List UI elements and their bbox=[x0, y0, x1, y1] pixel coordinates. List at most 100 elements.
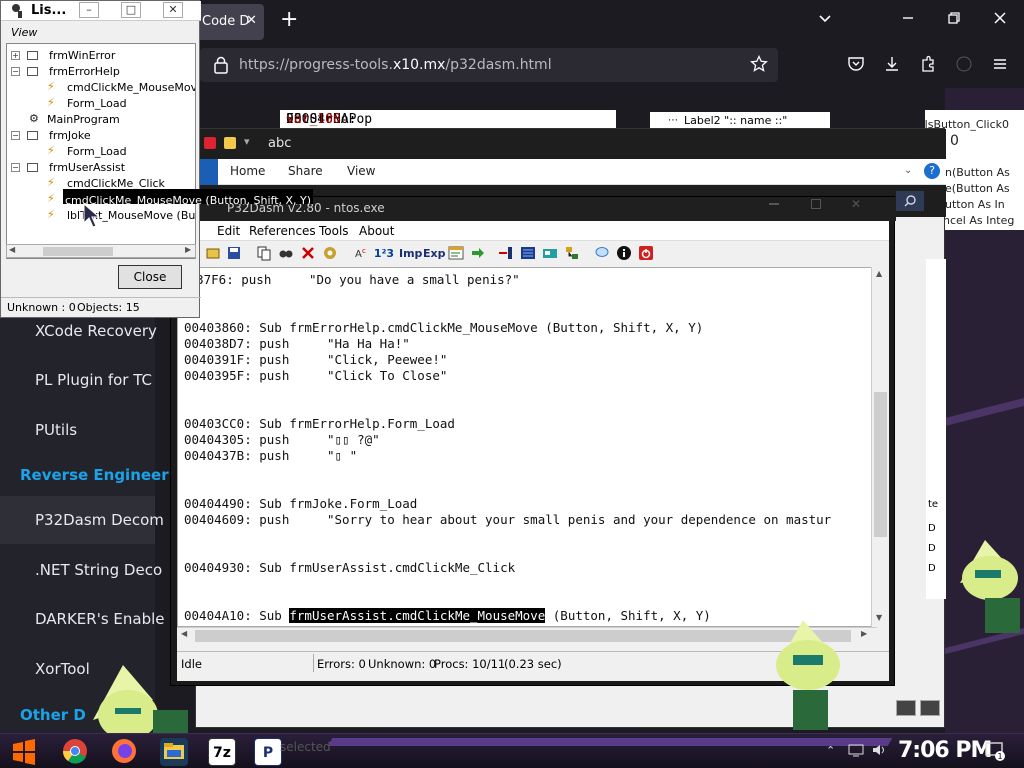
hex-view-icon[interactable] bbox=[519, 245, 537, 263]
close-button[interactable]: Close bbox=[118, 265, 182, 289]
tree-node[interactable]: frmWinError bbox=[49, 49, 115, 62]
disasm-line[interactable]: 004038D7: push "Ha Ha Ha!" bbox=[184, 336, 410, 351]
minimize-icon[interactable] bbox=[898, 10, 918, 30]
menu-tools[interactable]: Tools bbox=[319, 224, 349, 238]
chrome-icon[interactable] bbox=[61, 738, 89, 766]
file-explorer-icon[interactable] bbox=[160, 738, 188, 766]
disasm-line[interactable]: 0040395F: push "Click To Close" bbox=[184, 368, 447, 383]
disasm-line[interactable]: 0040437B: push "▯ " bbox=[184, 448, 357, 463]
p32dasm-taskbar-icon[interactable]: P bbox=[254, 738, 282, 766]
comment-icon[interactable] bbox=[593, 245, 611, 263]
firefox-icon[interactable] bbox=[110, 738, 138, 766]
ribbon-expand-chevron-icon[interactable]: ⌄ bbox=[904, 165, 912, 176]
exports-button[interactable]: Exp bbox=[423, 245, 445, 263]
copy-icon[interactable] bbox=[255, 245, 273, 263]
entry-point-icon[interactable] bbox=[497, 245, 515, 263]
tree-node[interactable]: frmErrorHelp bbox=[49, 65, 120, 78]
tree-node[interactable]: frmJoke bbox=[49, 129, 91, 142]
sidebar-item-xcode-recovery[interactable]: XCode Recovery bbox=[35, 322, 157, 340]
vertical-scrollbar[interactable]: ▲ ▼ bbox=[871, 267, 889, 627]
list-minimize-icon[interactable]: – bbox=[79, 2, 99, 18]
disasm-line[interactable]: 004037F6: push "Do you have a small peni… bbox=[178, 272, 520, 287]
pocket-icon[interactable] bbox=[846, 55, 866, 75]
tree-expander-icon[interactable]: − bbox=[11, 131, 20, 140]
menu-edit[interactable]: Edit bbox=[217, 224, 240, 238]
volume-icon[interactable] bbox=[872, 742, 888, 761]
save-icon[interactable] bbox=[225, 245, 243, 263]
tree-expander-icon[interactable]: − bbox=[11, 163, 20, 172]
bookmark-star-icon[interactable] bbox=[749, 54, 769, 75]
disasm-line[interactable]: 00404930: Sub frmUserAssist.cmdClickMe_C… bbox=[184, 560, 515, 575]
disasm-line[interactable]: 00403860: Sub frmErrorHelp.cmdClickMe_Mo… bbox=[184, 320, 703, 335]
p32-minimize-icon[interactable] bbox=[769, 203, 779, 205]
view-details-icon[interactable] bbox=[896, 700, 916, 716]
vertical-scroll-thumb[interactable] bbox=[874, 392, 887, 537]
view-large-icon[interactable] bbox=[920, 700, 940, 716]
goto-icon[interactable] bbox=[469, 245, 487, 263]
find-icon[interactable] bbox=[277, 245, 295, 263]
network-icon[interactable] bbox=[848, 742, 864, 761]
horizontal-scroll-thumb[interactable] bbox=[195, 630, 851, 642]
sidebar-item-pl-plugin[interactable]: PL Plugin for TC bbox=[35, 371, 152, 389]
exit-icon[interactable] bbox=[637, 245, 655, 263]
string-refs-icon[interactable]: Ac bbox=[353, 245, 371, 263]
ribbon-tab-share[interactable]: Share bbox=[288, 164, 323, 178]
tab-list-chevron-icon[interactable] bbox=[815, 10, 835, 30]
extensions-icon[interactable] bbox=[918, 55, 938, 75]
sidebar-item-darker[interactable]: DARKER's Enable bbox=[35, 610, 165, 628]
tree-node[interactable]: Form_Load bbox=[67, 145, 127, 158]
search-icon[interactable] bbox=[896, 191, 924, 211]
list-close-icon[interactable]: ✕ bbox=[163, 2, 183, 18]
menu-references[interactable]: References bbox=[249, 224, 316, 238]
sidebar-item-net-string[interactable]: .NET String Deco bbox=[35, 561, 162, 579]
restore-icon[interactable] bbox=[944, 10, 964, 30]
notifications-icon[interactable]: 1 bbox=[984, 740, 1006, 766]
qat-dropdown-icon[interactable]: ▾ bbox=[244, 135, 250, 148]
tree-node[interactable]: cmdClickMe_MouseMove (B bbox=[67, 81, 195, 94]
p32-maximize-icon[interactable] bbox=[811, 199, 821, 209]
menu-icon[interactable] bbox=[990, 55, 1010, 75]
disasm-line[interactable]: 0040391F: push "Click, Peewee!" bbox=[184, 352, 447, 367]
help-icon[interactable]: ? bbox=[924, 163, 940, 179]
delete-icon[interactable] bbox=[299, 245, 317, 263]
ribbon-tab-view[interactable]: View bbox=[347, 164, 375, 178]
new-tab-button[interactable]: + bbox=[280, 8, 300, 32]
start-button[interactable] bbox=[10, 738, 38, 766]
tree-scroll-thumb[interactable] bbox=[43, 247, 113, 256]
tree-node[interactable]: Form_Load bbox=[67, 97, 127, 110]
tree-node[interactable]: MainProgram bbox=[47, 113, 120, 126]
tree-horizontal-scrollbar[interactable]: ◀ ▶ bbox=[6, 244, 196, 258]
url-text[interactable]: https://progress-tools.x10.mx/p32dasm.ht… bbox=[239, 57, 552, 73]
menu-view[interactable]: View bbox=[11, 26, 37, 39]
disasm-line[interactable]: 00404490: Sub frmJoke.Form_Load bbox=[184, 496, 417, 511]
tree-node[interactable]: frmUserAssist bbox=[49, 161, 125, 174]
disasm-line[interactable]: 00404A10: Sub frmUserAssist.cmdClickMe_M… bbox=[184, 608, 711, 623]
disasm-line[interactable]: 00403CC0: Sub frmErrorHelp.Form_Load bbox=[184, 416, 455, 431]
selected-tree-node-overlay[interactable]: cmdClickMe_MouseMove (Button, Shift, X, … bbox=[63, 189, 314, 207]
disasm-line[interactable]: 00404305: push "▯▯ ?@" bbox=[184, 432, 380, 447]
browser-tab[interactable]: Code D ✕ bbox=[196, 4, 264, 40]
lock-icon[interactable] bbox=[214, 56, 228, 74]
info-icon[interactable] bbox=[615, 245, 633, 263]
profile-icon[interactable] bbox=[954, 55, 974, 75]
disasm-line[interactable]: 00404609: push "Sorry to hear about your… bbox=[184, 512, 831, 527]
tray-chevron-icon[interactable]: ⌃ bbox=[826, 744, 835, 757]
7zip-icon[interactable]: 7z bbox=[208, 738, 236, 766]
download-icon[interactable] bbox=[882, 55, 902, 75]
menu-about[interactable]: About bbox=[359, 224, 394, 238]
structure-icon[interactable] bbox=[563, 245, 581, 263]
disasm-selected-text[interactable]: frmUserAssist.cmdClickMe_MouseMove bbox=[289, 608, 546, 623]
open-icon[interactable] bbox=[205, 245, 223, 263]
p32-close-icon[interactable]: ✕ bbox=[851, 197, 861, 211]
taskbar-clock[interactable]: 7:06 PM bbox=[898, 738, 992, 763]
close-window-icon[interactable] bbox=[990, 10, 1010, 30]
imports-button[interactable]: Imp bbox=[399, 245, 422, 263]
tab-close-icon[interactable]: ✕ bbox=[246, 13, 257, 28]
tree-expander-icon[interactable]: + bbox=[11, 51, 20, 60]
form-icon[interactable] bbox=[447, 245, 465, 263]
resources-icon[interactable] bbox=[541, 245, 559, 263]
settings-icon[interactable] bbox=[321, 245, 339, 263]
list-maximize-icon[interactable]: □ bbox=[121, 2, 141, 18]
sidebar-item-putils[interactable]: PUtils bbox=[35, 421, 77, 439]
tree-expander-icon[interactable]: − bbox=[11, 67, 20, 76]
